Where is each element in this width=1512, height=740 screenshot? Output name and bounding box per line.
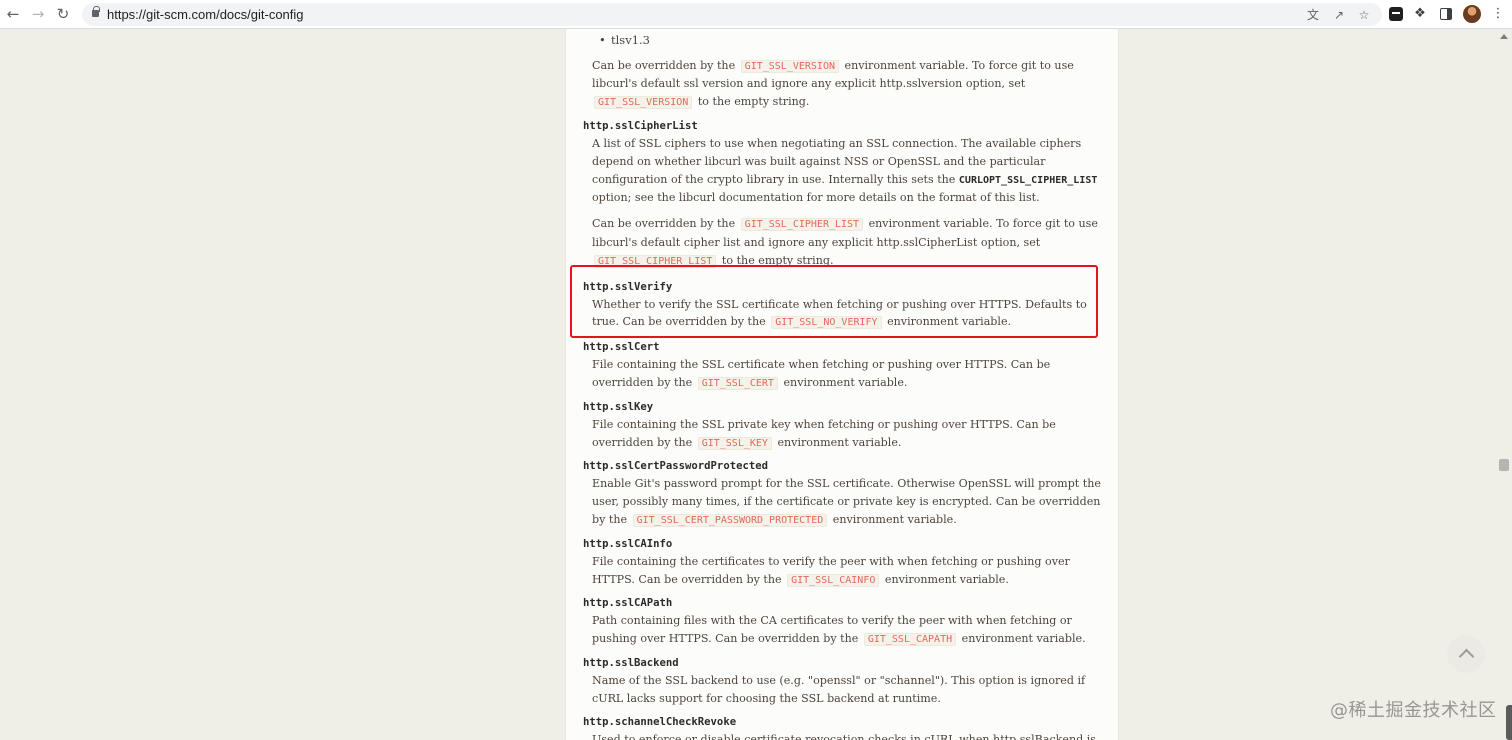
puzzle-icon[interactable]: ❖ (1411, 5, 1429, 23)
doc-content: tlsv1.3 Can be overridden by the GIT_SSL… (565, 29, 1119, 740)
highlight-box (570, 265, 1098, 338)
sslversion-note: Can be overridden by the GIT_SSL_VERSION… (592, 58, 1074, 110)
lock-icon[interactable] (92, 6, 100, 17)
env-var: GIT_SSL_KEY (697, 436, 772, 450)
schannel-description: Used to enforce or disable certificate r… (592, 732, 1096, 740)
side-tab (1506, 705, 1512, 740)
extension-icon[interactable] (1389, 7, 1403, 21)
bookmark-star-icon[interactable]: ☆ (1355, 6, 1373, 24)
certpw-description: Enable Git's password prompt for the SSL… (592, 477, 1101, 527)
env-var: GIT_SSL_VERSION (594, 96, 693, 110)
forward-arrow-icon[interactable]: → (28, 4, 48, 24)
profile-avatar[interactable] (1463, 5, 1481, 23)
url-text[interactable]: https://git-scm.com/docs/git-config (107, 3, 304, 26)
watermark: @稀土掘金技术社区 (1330, 700, 1497, 721)
env-var: GIT_SSL_CERT (697, 376, 778, 390)
cipher-description: A list of SSL ciphers to use when negoti… (592, 136, 1098, 205)
side-panel-icon[interactable] (1440, 8, 1452, 20)
key-description: File containing the SSL private key when… (592, 417, 1056, 450)
env-var: GIT_SSL_CIPHER_LIST (740, 218, 864, 232)
backend-description: Name of the SSL backend to use (e.g. "op… (592, 673, 1086, 705)
back-to-top-button[interactable] (1447, 635, 1485, 673)
term-ssl-backend: http.sslBackend (583, 656, 679, 669)
share-icon[interactable]: ↗ (1330, 6, 1348, 24)
term-ssl-capath: http.sslCAPath (583, 597, 673, 610)
kebab-menu-icon[interactable]: ⋮ (1489, 5, 1507, 23)
translate-icon[interactable]: 文 (1304, 6, 1322, 24)
scrollbar[interactable] (1497, 29, 1512, 740)
term-schannel-check-revoke: http.schannelCheckRevoke (583, 715, 737, 728)
term-ssl-cainfo: http.sslCAInfo (583, 537, 673, 550)
capath-description: Path containing files with the CA certif… (592, 614, 1086, 647)
term-ssl-cipher-list: http.sslCipherList (583, 119, 698, 132)
cipher-note: Can be overridden by the GIT_SSL_CIPHER_… (592, 217, 1098, 268)
term-ssl-cert: http.sslCert (583, 341, 660, 354)
cert-description: File containing the SSL certificate when… (592, 358, 1051, 390)
back-arrow-icon[interactable]: ← (3, 4, 23, 24)
list-item: tlsv1.3 (611, 32, 1103, 50)
env-var: GIT_SSL_CAPATH (863, 633, 957, 647)
cainfo-description: File containing the certificates to veri… (592, 554, 1070, 587)
env-var: GIT_SSL_VERSION (740, 59, 839, 73)
scroll-up-arrow-icon[interactable] (1500, 34, 1508, 39)
env-var: GIT_SSL_CERT_PASSWORD_PROTECTED (632, 513, 828, 527)
browser-toolbar: ← → ↻ https://git-scm.com/docs/git-confi… (0, 0, 1512, 29)
env-var: GIT_SSL_CAINFO (787, 573, 880, 587)
scroll-thumb[interactable] (1499, 459, 1509, 471)
term-ssl-key: http.sslKey (583, 400, 654, 413)
reload-icon[interactable]: ↻ (53, 4, 73, 24)
address-bar[interactable]: https://git-scm.com/docs/git-config 文 ↗ … (82, 3, 1382, 26)
term-ssl-cert-password-protected: http.sslCertPasswordProtected (583, 460, 768, 473)
